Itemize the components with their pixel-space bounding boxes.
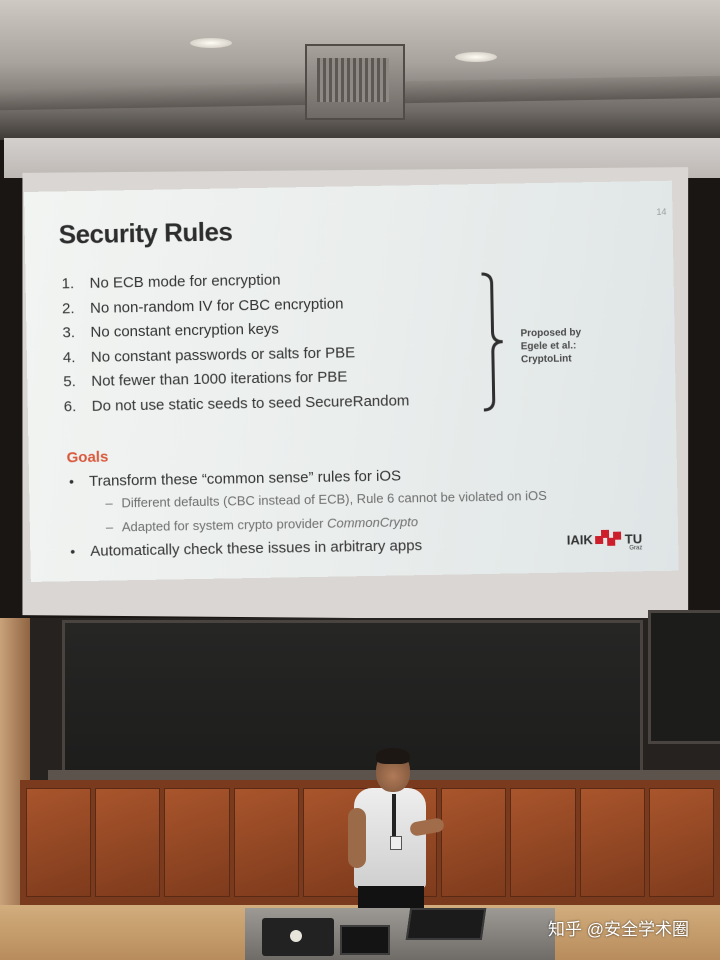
- wood-panel: [579, 788, 645, 897]
- goals-heading: Goals: [66, 448, 109, 467]
- sub-text-prefix: Adapted for system crypto provider: [121, 515, 328, 535]
- rule-text: No non-random IV for CBC encryption: [89, 294, 344, 317]
- projector-device: [262, 918, 334, 956]
- brace-note-line: CryptoLint: [520, 353, 572, 366]
- name-badge: [390, 836, 402, 850]
- brace-note: Proposed by Egele et al.: CryptoLint: [520, 326, 581, 366]
- lecture-hall-photo: 14 Security Rules 1. No ECB mode for enc…: [0, 0, 720, 960]
- laptop: [405, 908, 487, 940]
- brace-note-line: Egele et al.:: [520, 340, 577, 353]
- wood-panel: [441, 788, 507, 897]
- rules-list: 1. No ECB mode for encryption 2. No non-…: [61, 268, 503, 423]
- wood-panel: [26, 788, 92, 897]
- brace-note-line: Proposed by: [520, 327, 582, 340]
- sub-item: – Adapted for system crypto provider Com…: [106, 514, 418, 534]
- goal-text: Transform these “common sense” rules for…: [88, 467, 402, 490]
- rule-text: No constant encryption keys: [90, 320, 280, 341]
- bullet-icon: •: [68, 473, 75, 490]
- rule-number: 3.: [62, 324, 76, 342]
- rule-number: 2.: [61, 299, 75, 317]
- rule-text: No ECB mode for encryption: [89, 271, 281, 292]
- wood-panel: [95, 788, 161, 897]
- iaik-tu-logo: IAIK TU Graz: [566, 529, 643, 552]
- laptop: [340, 925, 390, 955]
- slide-title: Security Rules: [58, 216, 233, 250]
- chalkboard: [648, 610, 720, 744]
- rule-number: 5.: [63, 373, 76, 391]
- sub-item: – Different defaults (CBC instead of ECB…: [105, 488, 547, 511]
- sub-text-emphasis: CommonCrypto: [326, 514, 419, 531]
- ceiling-light: [455, 52, 497, 62]
- watermark-text: 知乎 @安全学术圈: [548, 920, 689, 939]
- presenter: [340, 748, 450, 918]
- device-lens: [290, 930, 302, 942]
- wood-panel: [510, 788, 576, 897]
- curly-brace-icon: [481, 272, 503, 412]
- bullet-icon: •: [70, 543, 76, 560]
- logo-blocks-icon: [594, 529, 623, 548]
- projector-vent: [317, 58, 389, 102]
- rule-text: Do not use static seeds to seed SecureRa…: [91, 391, 410, 415]
- projector: [305, 44, 405, 120]
- presentation-slide: 14 Security Rules 1. No ECB mode for enc…: [24, 180, 679, 582]
- rule-number: 1.: [61, 275, 75, 293]
- goal-item: • Transform these “common sense” rules f…: [69, 467, 401, 490]
- wood-panel: [233, 788, 299, 897]
- dash-icon: –: [105, 519, 114, 535]
- ceiling-light: [190, 38, 232, 48]
- dash-icon: –: [105, 495, 113, 511]
- presenter-hair: [376, 748, 410, 764]
- logo-text-left: IAIK: [566, 531, 593, 548]
- rule-number: 4.: [62, 348, 76, 366]
- wood-panel: [648, 788, 715, 897]
- goal-text: Automatically check these issues in arbi…: [90, 537, 423, 560]
- presenter-arm: [348, 808, 366, 868]
- logo-text-right: TU: [624, 530, 643, 547]
- slide-number: 14: [656, 206, 667, 217]
- rule-number: 6.: [63, 397, 77, 415]
- goal-item: • Automatically check these issues in ar…: [70, 537, 422, 560]
- wood-panel: [164, 788, 230, 897]
- sub-text: Different defaults (CBC instead of ECB),…: [121, 487, 547, 511]
- logo-subtext: Graz: [629, 545, 643, 552]
- sub-text: Adapted for system crypto provider Commo…: [122, 514, 418, 534]
- lanyard: [392, 794, 396, 838]
- watermark: 知乎 @安全学术圈: [548, 915, 689, 940]
